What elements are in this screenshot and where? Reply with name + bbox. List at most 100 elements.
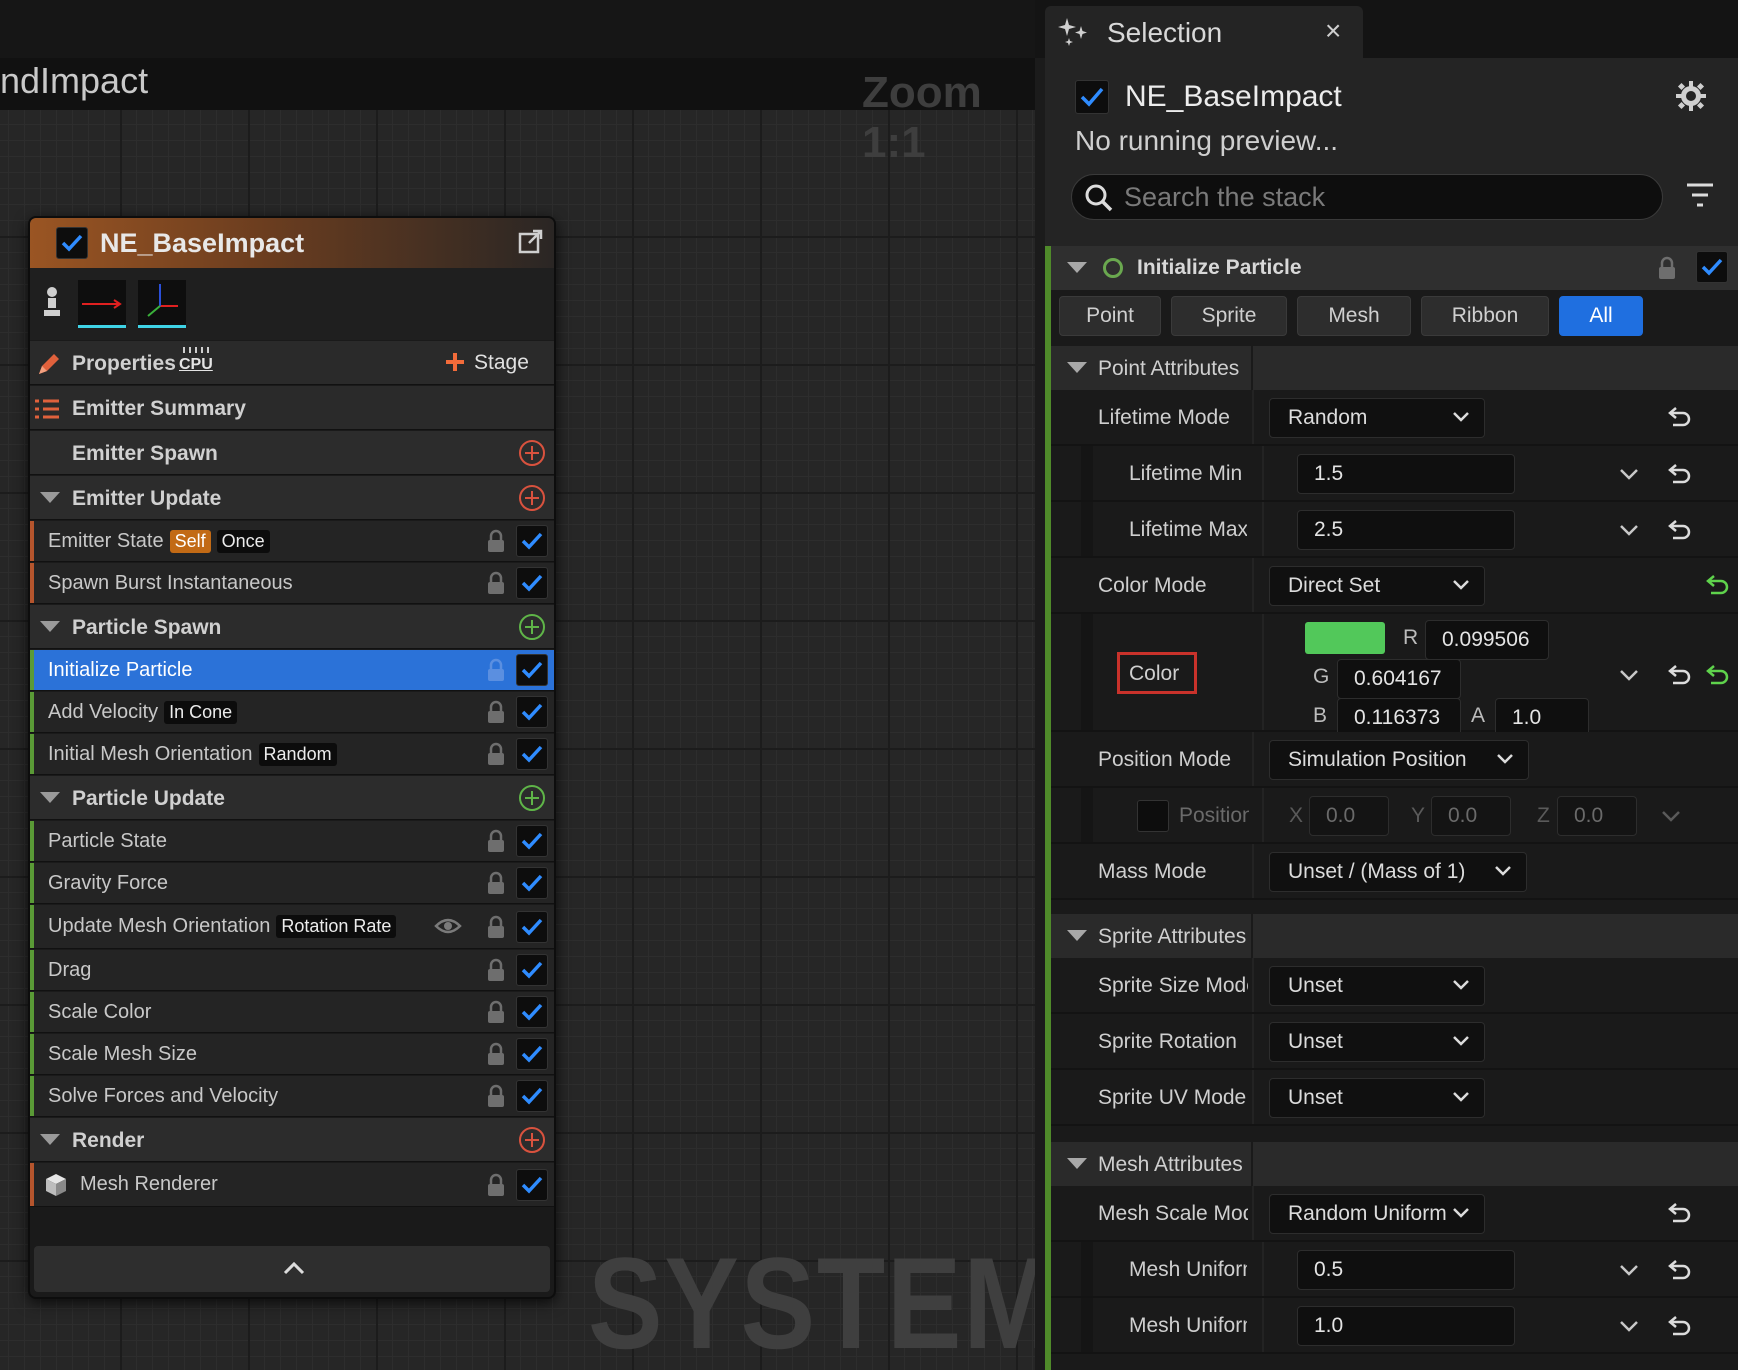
scalability-icon[interactable] <box>42 286 62 325</box>
reset-to-default-icon[interactable] <box>1667 463 1693 490</box>
filter-tab-point[interactable]: Point <box>1059 296 1161 336</box>
collapse-triangle-icon[interactable] <box>40 1134 60 1145</box>
section-particle-update[interactable]: Particle Update <box>30 776 554 820</box>
filter-tab-mesh[interactable]: Mesh <box>1297 296 1411 336</box>
emitter-summary-row[interactable]: Emitter Summary <box>30 386 554 430</box>
selection-tab[interactable]: Selection × <box>1045 6 1363 58</box>
collapse-triangle-icon[interactable] <box>1067 1158 1087 1169</box>
module-enabled-checkbox[interactable] <box>516 911 548 943</box>
group-point-attributes[interactable]: Point Attributes <box>1051 346 1738 390</box>
module-enabled-checkbox[interactable] <box>516 867 548 899</box>
module-drag[interactable]: Drag <box>30 950 554 991</box>
add-module-icon[interactable] <box>518 613 546 646</box>
chevron-down-icon[interactable] <box>1619 468 1639 486</box>
collapse-node-button[interactable] <box>34 1246 550 1292</box>
lock-icon[interactable] <box>486 958 506 987</box>
chevron-down-icon[interactable] <box>1619 524 1639 542</box>
module-particle-state[interactable]: Particle State <box>30 821 554 862</box>
add-stage-button[interactable]: Stage <box>442 347 550 379</box>
group-sprite-attributes[interactable]: Sprite Attributes <box>1051 914 1738 958</box>
lifetime-mode-dropdown[interactable]: Random <box>1269 398 1485 438</box>
emitter-enabled-checkbox[interactable] <box>56 227 88 259</box>
emitter-enabled-checkbox[interactable] <box>1075 80 1109 114</box>
reset-to-default-icon[interactable] <box>1667 664 1693 691</box>
emitter-node-header[interactable]: NE_BaseImpact <box>30 218 554 268</box>
reset-to-default-icon[interactable] <box>1667 1202 1693 1229</box>
section-render[interactable]: Render <box>30 1118 554 1162</box>
color-mode-dropdown[interactable]: Direct Set <box>1269 566 1485 606</box>
mesh-thumbnail-2[interactable] <box>138 280 186 328</box>
reset-to-default-icon[interactable] <box>1667 406 1693 433</box>
search-box[interactable] <box>1071 174 1663 220</box>
add-module-icon[interactable] <box>518 1126 546 1159</box>
section-particle-spawn[interactable]: Particle Spawn <box>30 605 554 649</box>
lock-icon[interactable] <box>486 915 506 944</box>
emitter-node[interactable]: NE_BaseImpact Properties CPU Stage Emitt… <box>28 216 556 1299</box>
mass-mode-dropdown[interactable]: Unset / (Mass of 1) <box>1269 852 1527 892</box>
lifetime-min-input[interactable]: 1.5 <box>1297 454 1515 494</box>
lifetime-max-input[interactable]: 2.5 <box>1297 510 1515 550</box>
module-emitter-state[interactable]: Emitter State Self Once <box>30 521 554 562</box>
lock-icon[interactable] <box>486 700 506 729</box>
module-add-velocity[interactable]: Add Velocity In Cone <box>30 692 554 733</box>
reset-to-default-icon[interactable] <box>1667 1315 1693 1342</box>
chevron-down-icon[interactable] <box>1661 810 1681 828</box>
module-enabled-checkbox[interactable] <box>516 825 548 857</box>
section-emitter-spawn[interactable]: Emitter Spawn <box>30 431 554 475</box>
close-tab-icon[interactable]: × <box>1325 15 1341 47</box>
module-enabled-checkbox[interactable] <box>516 696 548 728</box>
module-header-initialize-particle[interactable]: Initialize Particle <box>1051 246 1738 290</box>
module-enabled-checkbox[interactable] <box>516 1169 548 1201</box>
mesh-uniform-max-input[interactable]: 1.0 <box>1297 1306 1515 1346</box>
position-x-input[interactable]: 0.0 <box>1309 796 1389 836</box>
lock-icon[interactable] <box>486 658 506 687</box>
lock-icon[interactable] <box>486 829 506 858</box>
module-enabled-checkbox[interactable] <box>1696 251 1728 283</box>
lock-icon[interactable] <box>486 571 506 600</box>
eye-icon[interactable] <box>434 917 462 940</box>
chevron-down-icon[interactable] <box>1619 669 1639 687</box>
filter-tab-all[interactable]: All <box>1559 296 1643 336</box>
mesh-uniform-min-input[interactable]: 0.5 <box>1297 1250 1515 1290</box>
search-input[interactable] <box>1124 180 1644 214</box>
lock-icon[interactable] <box>486 1042 506 1071</box>
position-enable-checkbox[interactable] <box>1137 800 1169 832</box>
module-solve-forces[interactable]: Solve Forces and Velocity <box>30 1076 554 1117</box>
reset-green-icon[interactable] <box>1705 664 1731 691</box>
module-scale-color[interactable]: Scale Color <box>30 992 554 1033</box>
reset-to-default-icon[interactable] <box>1667 1259 1693 1286</box>
module-enabled-checkbox[interactable] <box>516 1080 548 1112</box>
position-z-input[interactable]: 0.0 <box>1557 796 1637 836</box>
sprite-uv-mode-dropdown[interactable]: Unset <box>1269 1078 1485 1118</box>
module-spawn-burst[interactable]: Spawn Burst Instantaneous <box>30 563 554 604</box>
chevron-down-icon[interactable] <box>1619 1264 1639 1282</box>
collapse-triangle-icon[interactable] <box>1067 362 1087 373</box>
module-gravity-force[interactable]: Gravity Force <box>30 863 554 904</box>
position-y-input[interactable]: 0.0 <box>1431 796 1511 836</box>
add-module-icon[interactable] <box>518 484 546 517</box>
module-enabled-checkbox[interactable] <box>516 1038 548 1070</box>
module-initialize-particle[interactable]: Initialize Particle <box>30 650 554 691</box>
lock-icon[interactable] <box>486 871 506 900</box>
module-enabled-checkbox[interactable] <box>516 738 548 770</box>
group-mesh-attributes[interactable]: Mesh Attributes <box>1051 1142 1738 1186</box>
module-scale-mesh-size[interactable]: Scale Mesh Size <box>30 1034 554 1075</box>
section-emitter-update[interactable]: Emitter Update <box>30 476 554 520</box>
module-enabled-checkbox[interactable] <box>516 654 548 686</box>
color-g-input[interactable]: 0.604167 <box>1337 659 1461 699</box>
module-mesh-renderer[interactable]: Mesh Renderer <box>30 1163 554 1207</box>
sprite-rotation-dropdown[interactable]: Unset <box>1269 1022 1485 1062</box>
module-enabled-checkbox[interactable] <box>516 525 548 557</box>
module-enabled-checkbox[interactable] <box>516 567 548 599</box>
chevron-down-icon[interactable] <box>1619 1320 1639 1338</box>
position-mode-dropdown[interactable]: Simulation Position <box>1269 740 1529 780</box>
graph-canvas[interactable]: ndImpact Zoom 1:1 SYSTEM NE_BaseImpact P… <box>0 0 1056 1370</box>
collapse-triangle-icon[interactable] <box>1067 930 1087 941</box>
color-swatch[interactable] <box>1305 622 1385 654</box>
filter-tab-ribbon[interactable]: Ribbon <box>1421 296 1549 336</box>
lock-icon[interactable] <box>486 529 506 558</box>
module-enabled-checkbox[interactable] <box>516 996 548 1028</box>
collapse-triangle-icon[interactable] <box>40 621 60 632</box>
lock-icon[interactable] <box>1657 256 1677 285</box>
filter-tab-sprite[interactable]: Sprite <box>1171 296 1287 336</box>
